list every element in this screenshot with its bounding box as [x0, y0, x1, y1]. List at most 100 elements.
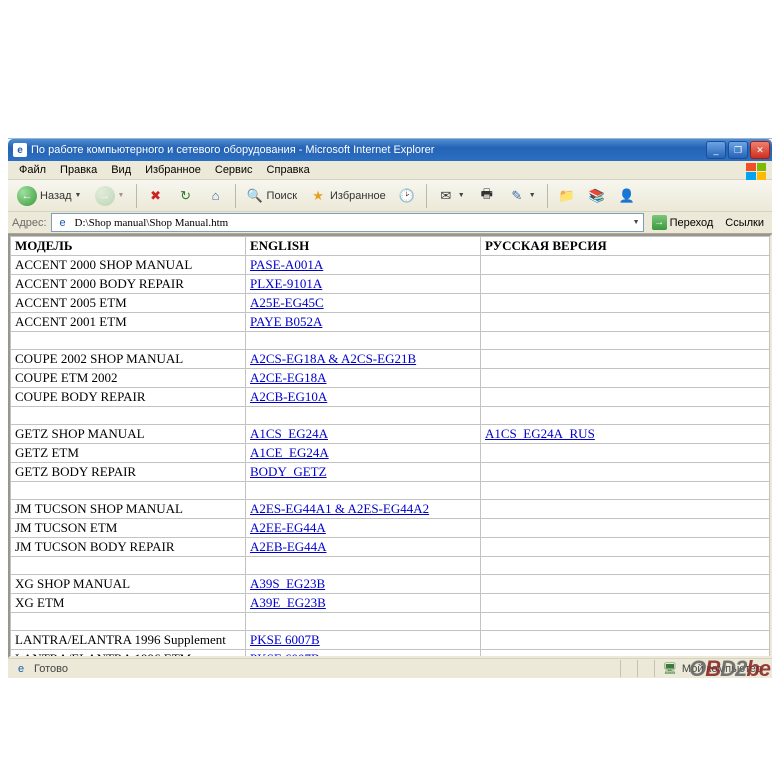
- link-english[interactable]: A2CE-EG18A: [250, 370, 327, 385]
- history-button[interactable]: 🕑: [393, 184, 421, 208]
- messenger-icon: 👤: [618, 187, 636, 205]
- link-english[interactable]: A2CS-EG18A & A2CS-EG21B: [250, 351, 416, 366]
- header-russian: РУССКАЯ ВЕРСИЯ: [481, 237, 770, 256]
- edit-button[interactable]: ✎▼: [503, 184, 542, 208]
- cell-russian: [481, 500, 770, 519]
- link-russian[interactable]: A1CS_EG24A_RUS: [485, 426, 595, 441]
- chevron-down-icon[interactable]: ▼: [633, 219, 641, 226]
- cell-english: A39S_EG23B: [246, 575, 481, 594]
- research-button[interactable]: 📚: [583, 184, 611, 208]
- cell-model: JM TUCSON BODY REPAIR: [11, 538, 246, 557]
- back-arrow-icon: ←: [17, 186, 37, 206]
- menu-view[interactable]: Вид: [104, 162, 138, 178]
- address-label: Адрес:: [12, 217, 47, 229]
- address-input-wrap[interactable]: e ▼: [51, 213, 644, 232]
- table-row: ACCENT 2000 BODY REPAIRPLXE-9101A: [11, 275, 770, 294]
- table-row: XG SHOP MANUAL A39S_EG23B: [11, 575, 770, 594]
- cell-russian: [481, 275, 770, 294]
- separator: [136, 184, 137, 208]
- menu-favorites[interactable]: Избранное: [138, 162, 208, 178]
- favorites-button[interactable]: ★ Избранное: [304, 184, 391, 208]
- cell-model: [11, 613, 246, 631]
- star-icon: ★: [309, 187, 327, 205]
- edit-icon: ✎: [508, 187, 526, 205]
- menu-edit[interactable]: Правка: [53, 162, 104, 178]
- page-content[interactable]: МОДЕЛЬ ENGLISH РУССКАЯ ВЕРСИЯ ACCENT 200…: [8, 234, 772, 658]
- titlebar[interactable]: e По работе компьютерного и сетевого обо…: [8, 139, 772, 161]
- link-english[interactable]: PASE-A001A: [250, 257, 323, 272]
- ie-page-icon: e: [12, 660, 30, 678]
- link-english[interactable]: PKSE 6007B: [250, 651, 320, 658]
- chevron-down-icon: ▼: [458, 192, 466, 199]
- go-button[interactable]: → Переход: [648, 213, 718, 232]
- forward-button[interactable]: → ▼: [90, 184, 131, 208]
- maximize-button[interactable]: ❐: [728, 141, 748, 159]
- stop-button[interactable]: ✖: [142, 184, 170, 208]
- cell-model: COUPE BODY REPAIR: [11, 388, 246, 407]
- address-input[interactable]: [75, 217, 630, 229]
- stop-icon: ✖: [147, 187, 165, 205]
- cell-model: LANTRA/ELANTRA 1996 ETM: [11, 650, 246, 659]
- table-row: XG ETM A39E_EG23B: [11, 594, 770, 613]
- menu-help[interactable]: Справка: [260, 162, 317, 178]
- link-english[interactable]: A39S_EG23B: [250, 576, 325, 591]
- link-english[interactable]: A2EE-EG44A: [250, 520, 326, 535]
- cell-english: A2CB-EG10A: [246, 388, 481, 407]
- cell-russian: [481, 294, 770, 313]
- home-button[interactable]: ⌂: [202, 184, 230, 208]
- link-english[interactable]: PKSE 6007B: [250, 632, 320, 647]
- link-english[interactable]: PLXE-9101A: [250, 276, 322, 291]
- table-row: JM TUCSON SHOP MANUALA2ES-EG44A1 & A2ES-…: [11, 500, 770, 519]
- link-english[interactable]: A1CS_EG24A: [250, 426, 328, 441]
- link-english[interactable]: A2EB-EG44A: [250, 539, 327, 554]
- links-label[interactable]: Ссылки: [721, 217, 768, 229]
- cell-model: XG SHOP MANUAL: [11, 575, 246, 594]
- close-button[interactable]: ✕: [750, 141, 770, 159]
- menu-file[interactable]: Файл: [12, 162, 53, 178]
- cell-russian: [481, 519, 770, 538]
- cell-russian: [481, 631, 770, 650]
- cell-model: XG ETM: [11, 594, 246, 613]
- windows-flag-icon: [746, 163, 766, 180]
- ie-icon: e: [13, 143, 27, 157]
- search-label: Поиск: [267, 190, 297, 202]
- print-button[interactable]: 🖶: [473, 184, 501, 208]
- link-english[interactable]: A2CB-EG10A: [250, 389, 327, 404]
- cell-model: [11, 407, 246, 425]
- home-icon: ⌂: [207, 187, 225, 205]
- menu-tools[interactable]: Сервис: [208, 162, 260, 178]
- cell-english: [246, 407, 481, 425]
- cell-russian: [481, 538, 770, 557]
- link-english[interactable]: A2ES-EG44A1 & A2ES-EG44A2: [250, 501, 429, 516]
- back-button[interactable]: ← Назад ▼: [12, 184, 88, 208]
- refresh-button[interactable]: ↻: [172, 184, 200, 208]
- cell-russian: [481, 407, 770, 425]
- cell-model: LANTRA/ELANTRA 1996 Supplement: [11, 631, 246, 650]
- table-row: COUPE ETM 2002A2CE-EG18A: [11, 369, 770, 388]
- mail-button[interactable]: ✉▼: [432, 184, 471, 208]
- cell-english: A39E_EG23B: [246, 594, 481, 613]
- table-row: GETZ ETMA1CE_EG24A: [11, 444, 770, 463]
- table-row: COUPE BODY REPAIR A2CB-EG10A: [11, 388, 770, 407]
- cell-model: ACCENT 2000 SHOP MANUAL: [11, 256, 246, 275]
- link-english[interactable]: A1CE_EG24A: [250, 445, 329, 460]
- menubar: Файл Правка Вид Избранное Сервис Справка: [8, 161, 772, 180]
- search-button[interactable]: 🔍 Поиск: [241, 184, 302, 208]
- messenger-button[interactable]: 👤: [613, 184, 641, 208]
- minimize-button[interactable]: _: [706, 141, 726, 159]
- link-english[interactable]: A39E_EG23B: [250, 595, 326, 610]
- table-row: ACCENT 2000 SHOP MANUAL PASE-A001A: [11, 256, 770, 275]
- table-row: LANTRA/ELANTRA 1996 Supplement PKSE 6007B: [11, 631, 770, 650]
- table-row: GETZ BODY REPAIRBODY_GETZ: [11, 463, 770, 482]
- cell-english: A1CS_EG24A: [246, 425, 481, 444]
- ie-window: e По работе компьютерного и сетевого обо…: [8, 138, 772, 678]
- link-english[interactable]: PAYE B052A: [250, 314, 322, 329]
- separator: [426, 184, 427, 208]
- link-english[interactable]: BODY_GETZ: [250, 464, 327, 479]
- cell-english: PKSE 6007B: [246, 631, 481, 650]
- refresh-icon: ↻: [177, 187, 195, 205]
- separator: [547, 184, 548, 208]
- link-english[interactable]: A25E-EG45C: [250, 295, 324, 310]
- discuss-button[interactable]: 📁: [553, 184, 581, 208]
- cell-russian: [481, 350, 770, 369]
